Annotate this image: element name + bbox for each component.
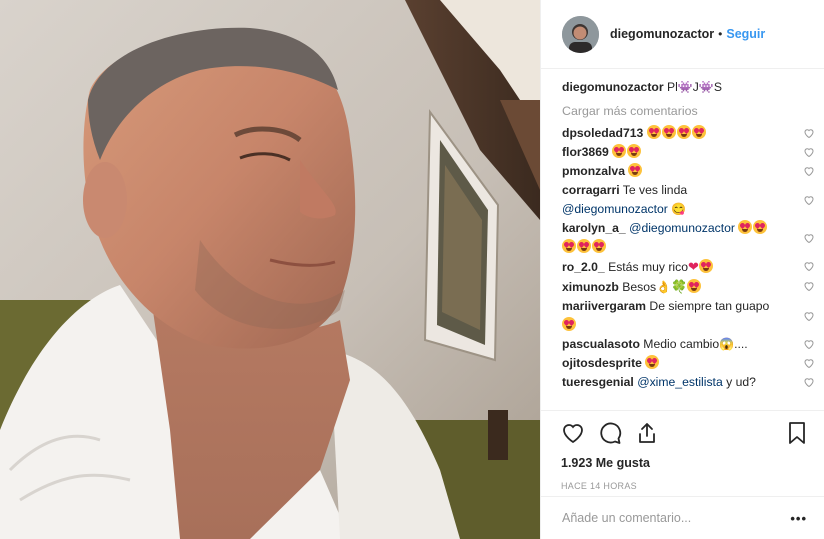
comment-input[interactable] bbox=[562, 511, 791, 525]
heart-eyes-emoji-icon bbox=[627, 144, 642, 158]
header-username[interactable]: diegomunozactor bbox=[610, 27, 714, 41]
post-side-panel: diegomunozactor • Seguir diegomunozactor… bbox=[540, 0, 824, 539]
red-heart-icon: ❤ bbox=[688, 259, 699, 274]
likes-count[interactable]: 1.923 Me gusta bbox=[561, 456, 809, 470]
comment: flor3869 bbox=[562, 143, 820, 162]
ok-hand-emoji-icon: 👌 bbox=[656, 280, 672, 294]
caption: diegomunozactor Pl👾J👾S bbox=[562, 78, 820, 97]
like-comment-heart-icon[interactable] bbox=[803, 376, 815, 388]
share-icon[interactable] bbox=[635, 421, 659, 445]
comment-bubble-icon[interactable] bbox=[598, 421, 622, 445]
post-actions: 1.923 Me gusta HACE 14 HORAS bbox=[541, 410, 824, 491]
comment-username[interactable]: karolyn_a_ bbox=[562, 221, 626, 235]
comment: ro_2.0_ Estás muy rico❤ bbox=[562, 257, 820, 277]
heart-eyes-emoji-icon bbox=[676, 125, 691, 139]
heart-eyes-emoji-icon bbox=[577, 239, 591, 253]
instagram-post: diegomunozactor • Seguir diegomunozactor… bbox=[0, 0, 824, 539]
comment-text: Besos bbox=[622, 280, 657, 294]
comment: karolyn_a_ @diegomunozactor bbox=[562, 219, 820, 257]
like-comment-heart-icon[interactable] bbox=[803, 357, 815, 369]
bookmark-icon[interactable] bbox=[785, 421, 809, 445]
load-more-comments-button[interactable]: Cargar más comentarios bbox=[562, 101, 820, 121]
likes-number: 1.923 bbox=[561, 456, 593, 470]
comment-username[interactable]: flor3869 bbox=[562, 145, 609, 159]
heart-eyes-emoji-icon bbox=[691, 125, 706, 139]
heart-eyes-emoji-icon bbox=[592, 239, 606, 253]
comment-username[interactable]: dpsoledad713 bbox=[562, 126, 643, 140]
alien-monster-icon: 👾 bbox=[698, 80, 714, 94]
comment: corragarri Te ves linda @diegomunozactor… bbox=[562, 181, 820, 219]
comment-text: y ud? bbox=[726, 375, 756, 389]
selfie-image bbox=[0, 0, 540, 539]
avatar-image bbox=[562, 15, 599, 53]
comment-username[interactable]: pmonzalva bbox=[562, 164, 625, 178]
like-comment-heart-icon[interactable] bbox=[803, 310, 815, 322]
post-timestamp: HACE 14 HORAS bbox=[561, 481, 637, 491]
heart-eyes-emoji-icon bbox=[645, 355, 660, 369]
like-comment-heart-icon[interactable] bbox=[803, 127, 815, 139]
comment-username[interactable]: tueresgenial bbox=[562, 375, 634, 389]
comment-username[interactable]: ro_2.0_ bbox=[562, 260, 605, 274]
like-heart-icon[interactable] bbox=[561, 421, 585, 445]
header-separator: • bbox=[718, 27, 723, 41]
heart-eyes-emoji-icon bbox=[698, 259, 713, 273]
comment: ximunozb Besos👌🍀 bbox=[562, 277, 820, 297]
caption-username[interactable]: diegomunozactor bbox=[562, 80, 664, 94]
likes-label: Me gusta bbox=[595, 456, 650, 470]
like-comment-heart-icon[interactable] bbox=[803, 194, 815, 206]
comment-mention[interactable]: @diegomunozactor bbox=[562, 202, 668, 216]
comment-username[interactable]: corragarri bbox=[562, 183, 620, 197]
comment: ojitosdesprite bbox=[562, 354, 820, 373]
heart-eyes-emoji-icon bbox=[562, 317, 576, 331]
more-options-icon[interactable]: ••• bbox=[790, 511, 807, 526]
four-leaf-clover-icon: 🍀 bbox=[671, 279, 688, 294]
comment: dpsoledad713 bbox=[562, 124, 820, 143]
heart-eyes-emoji-icon bbox=[612, 144, 627, 158]
alien-monster-icon: 👾 bbox=[677, 80, 693, 94]
comment-text: Te ves linda bbox=[622, 183, 688, 197]
post-header: diegomunozactor • Seguir bbox=[541, 0, 824, 69]
heart-eyes-emoji-icon bbox=[687, 279, 702, 293]
add-comment-bar: ••• bbox=[541, 496, 824, 539]
like-comment-heart-icon[interactable] bbox=[803, 260, 815, 272]
comment-username[interactable]: mariivergaram bbox=[562, 299, 646, 313]
comment: pascualasoto Medio cambio😱.... bbox=[562, 335, 820, 354]
caption-text-c: S bbox=[713, 80, 722, 94]
action-icons bbox=[561, 421, 809, 445]
like-comment-heart-icon[interactable] bbox=[803, 280, 815, 292]
avatar[interactable] bbox=[562, 15, 599, 53]
comment-username[interactable]: pascualasoto bbox=[562, 337, 640, 351]
comments-list: diegomunozactor Pl👾J👾S Cargar más coment… bbox=[562, 78, 820, 392]
heart-eyes-emoji-icon bbox=[661, 125, 676, 139]
comment: pmonzalva bbox=[562, 162, 820, 181]
caption-text-a: Pl bbox=[666, 80, 678, 94]
like-comment-heart-icon[interactable] bbox=[803, 146, 815, 158]
comment-username[interactable]: ojitosdesprite bbox=[562, 356, 642, 370]
heart-eyes-emoji-icon bbox=[646, 125, 661, 139]
comment-text: Estás muy rico bbox=[608, 260, 688, 274]
comment: mariivergaram De siempre tan guapo bbox=[562, 297, 820, 335]
comment-mention[interactable]: @xime_estilista bbox=[637, 375, 723, 389]
heart-eyes-emoji-icon bbox=[562, 239, 576, 253]
comment-username[interactable]: ximunozb bbox=[562, 280, 619, 294]
comment-mention[interactable]: @diegomunozactor bbox=[629, 221, 735, 235]
heart-eyes-emoji-icon bbox=[738, 220, 753, 234]
follow-button[interactable]: Seguir bbox=[726, 27, 765, 41]
comment-suffix: .... bbox=[734, 337, 748, 351]
screaming-face-emoji-icon: 😱 bbox=[719, 337, 735, 351]
like-comment-heart-icon[interactable] bbox=[803, 232, 815, 244]
heart-eyes-emoji-icon bbox=[753, 220, 768, 234]
like-comment-heart-icon[interactable] bbox=[803, 338, 815, 350]
comment-text: De siempre tan guapo bbox=[649, 299, 770, 313]
comment: tueresgenial @xime_estilista y ud? bbox=[562, 373, 820, 392]
post-photo[interactable] bbox=[0, 0, 540, 539]
heart-eyes-emoji-icon bbox=[628, 163, 643, 177]
like-comment-heart-icon[interactable] bbox=[803, 165, 815, 177]
comment-text: Medio cambio bbox=[643, 337, 720, 351]
face-blowing-kiss-emoji-icon: 😋 bbox=[671, 202, 687, 216]
